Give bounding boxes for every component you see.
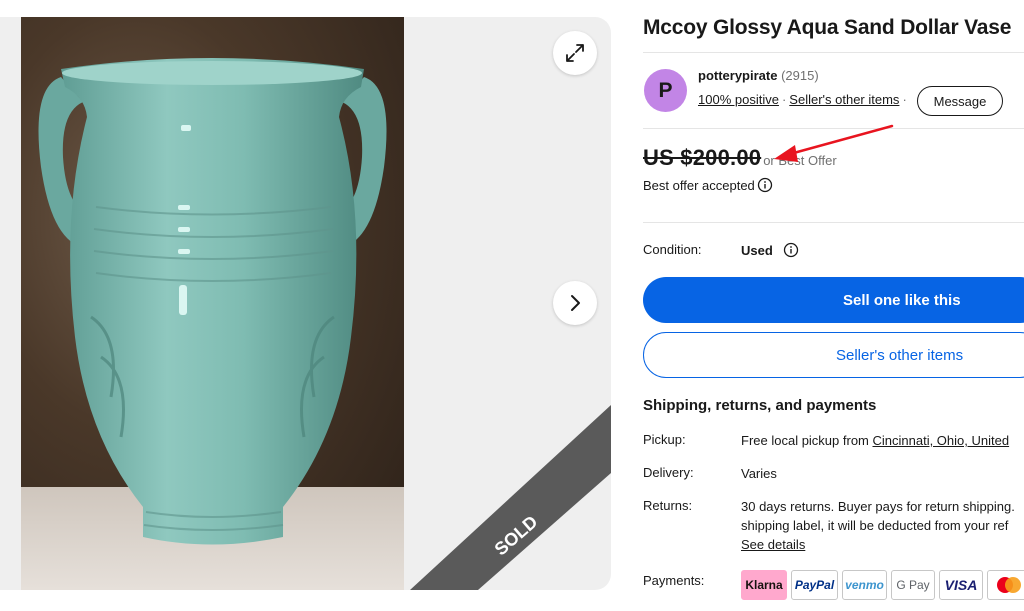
mastercard-icon — [997, 577, 1021, 593]
divider — [643, 222, 1024, 223]
pickup-text: Free local pickup from — [741, 433, 873, 448]
listing-title: Mccoy Glossy Aqua Sand Dollar Vase — [643, 16, 1012, 39]
expand-icon — [566, 44, 584, 62]
separator: · — [781, 92, 787, 107]
or-best-offer: or Best Offer — [763, 153, 837, 168]
paypal-logo: PayPal — [791, 570, 838, 600]
google-pay-logo: G Pay — [891, 570, 935, 600]
pickup-value: Free local pickup from Cincinnati, Ohio,… — [741, 431, 1009, 450]
seller-feedback-count: (2915) — [781, 68, 819, 83]
seller-other-items-link[interactable]: Seller's other items — [789, 92, 899, 107]
seller-name-row: potterypirate (2915) — [698, 68, 819, 83]
expand-button[interactable] — [553, 31, 597, 75]
item-details: Mccoy Glossy Aqua Sand Dollar Vase P pot… — [643, 0, 1024, 611]
product-photo[interactable] — [21, 17, 404, 590]
sell-one-like-this-button[interactable]: Sell one like this — [643, 277, 1024, 323]
image-gallery: SOLD — [0, 17, 611, 590]
vase-image — [21, 58, 404, 590]
klarna-logo: Klarna — [741, 570, 787, 600]
condition-value: Used — [741, 242, 773, 258]
seller-name[interactable]: potterypirate — [698, 68, 777, 83]
visa-logo: VISA — [939, 570, 983, 600]
returns-line-2: shipping label, it will be deducted from… — [741, 518, 1009, 533]
message-button[interactable]: Message — [917, 86, 1003, 116]
seller-card: P potterypirate (2915) 100% positive · Sel… — [643, 52, 1024, 129]
next-image-button[interactable] — [553, 281, 597, 325]
see-details-link[interactable]: See details — [741, 537, 805, 552]
price: US $200.00 — [643, 145, 762, 170]
venmo-logo: venmo — [842, 570, 887, 600]
payment-methods: Klarna PayPal venmo G Pay VISA — [741, 570, 1024, 600]
separator: · — [902, 92, 907, 107]
pickup-location-link[interactable]: Cincinnati, Ohio, United — [873, 433, 1010, 448]
chevron-right-icon — [571, 295, 580, 311]
sellers-other-items-button[interactable]: Seller's other items — [643, 332, 1024, 378]
mastercard-logo — [987, 570, 1024, 600]
shipping-section-title: Shipping, returns, and payments — [643, 397, 877, 414]
info-icon[interactable] — [783, 242, 799, 258]
pickup-label: Pickup: — [643, 432, 686, 447]
best-offer-accepted: Best offer accepted — [643, 177, 773, 193]
seller-links: 100% positive · Seller's other items · — [698, 92, 910, 107]
price-row: US $200.00 or Best Offer — [643, 145, 837, 171]
condition-label: Condition: — [643, 242, 702, 257]
info-icon[interactable] — [757, 177, 773, 193]
best-offer-accepted-label: Best offer accepted — [643, 177, 755, 193]
sold-banner: SOLD — [410, 405, 611, 590]
delivery-value: Varies — [741, 466, 777, 481]
returns-line-1: 30 days returns. Buyer pays for return s… — [741, 499, 1015, 514]
seller-positive-link[interactable]: 100% positive — [698, 92, 779, 107]
seller-avatar[interactable]: P — [644, 69, 687, 112]
delivery-label: Delivery: — [643, 465, 694, 480]
condition-value-row: Used — [741, 242, 799, 258]
payments-label: Payments: — [643, 573, 705, 588]
see-details-row: See details — [741, 535, 805, 554]
returns-label: Returns: — [643, 498, 693, 513]
